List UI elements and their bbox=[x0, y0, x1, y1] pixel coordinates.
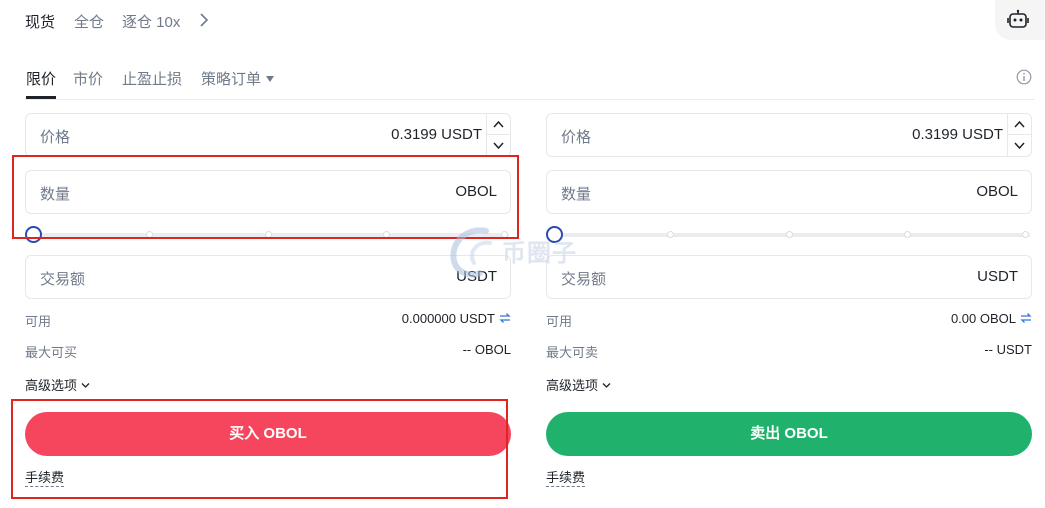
chevron-down-icon bbox=[81, 383, 90, 388]
buy-price-stepper bbox=[486, 114, 510, 156]
sell-total-unit: USDT bbox=[977, 268, 1018, 285]
price-increment-button[interactable] bbox=[1008, 114, 1031, 135]
sell-fee-label[interactable]: 手续费 bbox=[546, 470, 586, 487]
slider-mark-75[interactable] bbox=[904, 231, 911, 238]
chevron-down-icon bbox=[1014, 142, 1025, 150]
tab-strategy-order[interactable]: 策略订单 bbox=[201, 68, 275, 89]
sell-amount-field[interactable]: 数量 OBOL bbox=[546, 170, 1032, 214]
sell-panel: 价格 0.3199 USDT 数量 OBOL 交易额 USDT 可用 0.00 … bbox=[546, 113, 1032, 508]
price-decrement-button[interactable] bbox=[487, 135, 510, 156]
chevron-right-icon[interactable] bbox=[199, 12, 209, 28]
tab-limit[interactable]: 限价 bbox=[26, 68, 56, 89]
sell-available-value: 0.00 OBOL bbox=[950, 311, 1016, 326]
sell-price-stepper bbox=[1007, 114, 1031, 156]
buy-advanced-label: 高级选项 bbox=[25, 378, 78, 393]
watermark-text: 币圈子 bbox=[502, 239, 577, 267]
buy-total-label: 交易额 bbox=[40, 271, 86, 288]
buy-price-value: 0.3199 USDT bbox=[391, 126, 482, 143]
watermark-swirl-icon bbox=[450, 227, 492, 278]
buy-max-value: -- OBOL bbox=[462, 342, 511, 357]
buy-max-row: 最大可买 -- OBOL bbox=[25, 342, 511, 360]
caret-down-icon bbox=[266, 76, 275, 82]
tab-strategy-label: 策略订单 bbox=[201, 71, 262, 88]
slider-mark-50[interactable] bbox=[786, 231, 793, 238]
info-icon[interactable] bbox=[1016, 69, 1032, 85]
buy-advanced-options[interactable]: 高级选项 bbox=[25, 375, 90, 394]
sell-available-label: 可用 bbox=[546, 314, 573, 329]
tab-spot[interactable]: 现货 bbox=[25, 11, 55, 32]
sell-price-value: 0.3199 USDT bbox=[912, 126, 1003, 143]
buy-available-label: 可用 bbox=[25, 314, 52, 329]
robot-button[interactable] bbox=[995, 0, 1045, 40]
chevron-up-icon bbox=[493, 120, 504, 128]
price-increment-button[interactable] bbox=[487, 114, 510, 135]
robot-icon bbox=[1007, 9, 1029, 28]
sell-amount-slider[interactable] bbox=[546, 226, 1032, 243]
chevron-down-icon bbox=[493, 142, 504, 150]
sell-price-label: 价格 bbox=[561, 129, 592, 146]
sell-amount-label: 数量 bbox=[561, 186, 592, 203]
active-tab-indicator bbox=[26, 96, 56, 99]
highlight-box-buy bbox=[11, 399, 508, 499]
sell-total-field[interactable]: 交易额 USDT bbox=[546, 255, 1032, 299]
tab-stop-limit[interactable]: 止盈止损 bbox=[122, 68, 182, 89]
slider-mark-100[interactable] bbox=[1022, 231, 1029, 238]
price-decrement-button[interactable] bbox=[1008, 135, 1031, 156]
sell-advanced-label: 高级选项 bbox=[546, 378, 599, 393]
buy-total-field[interactable]: 交易额 USDT bbox=[25, 255, 511, 299]
slider-mark-25[interactable] bbox=[667, 231, 674, 238]
tab-isolated-margin[interactable]: 逐仓 10x bbox=[122, 11, 180, 32]
chevron-up-icon bbox=[1014, 120, 1025, 128]
tab-cross-margin[interactable]: 全仓 bbox=[74, 11, 104, 32]
buy-max-label: 最大可买 bbox=[25, 345, 78, 360]
sell-max-label: 最大可卖 bbox=[546, 345, 599, 360]
sell-amount-unit: OBOL bbox=[976, 183, 1018, 200]
buy-price-field[interactable]: 价格 0.3199 USDT bbox=[25, 113, 511, 157]
sell-max-row: 最大可卖 -- USDT bbox=[546, 342, 1032, 360]
sell-advanced-options[interactable]: 高级选项 bbox=[546, 375, 611, 394]
highlight-box-amount bbox=[12, 155, 519, 239]
chevron-down-icon bbox=[602, 383, 611, 388]
sell-button[interactable]: 卖出 OBOL bbox=[546, 412, 1032, 456]
buy-price-label: 价格 bbox=[40, 129, 71, 146]
buy-available-row: 可用 0.000000 USDT bbox=[25, 311, 511, 329]
order-type-tabs: 限价 市价 止盈止损 策略订单 bbox=[25, 64, 1035, 100]
sell-max-value: -- USDT bbox=[984, 342, 1032, 357]
top-bar: 现货 全仓 逐仓 10x bbox=[0, 0, 1045, 42]
swap-icon[interactable] bbox=[1020, 312, 1032, 324]
sell-price-field[interactable]: 价格 0.3199 USDT bbox=[546, 113, 1032, 157]
watermark-logo: 币圈子 bbox=[446, 221, 596, 281]
tab-market[interactable]: 市价 bbox=[73, 68, 103, 89]
buy-available-value: 0.000000 USDT bbox=[401, 311, 495, 326]
swap-icon[interactable] bbox=[499, 312, 511, 324]
sell-available-row: 可用 0.00 OBOL bbox=[546, 311, 1032, 329]
